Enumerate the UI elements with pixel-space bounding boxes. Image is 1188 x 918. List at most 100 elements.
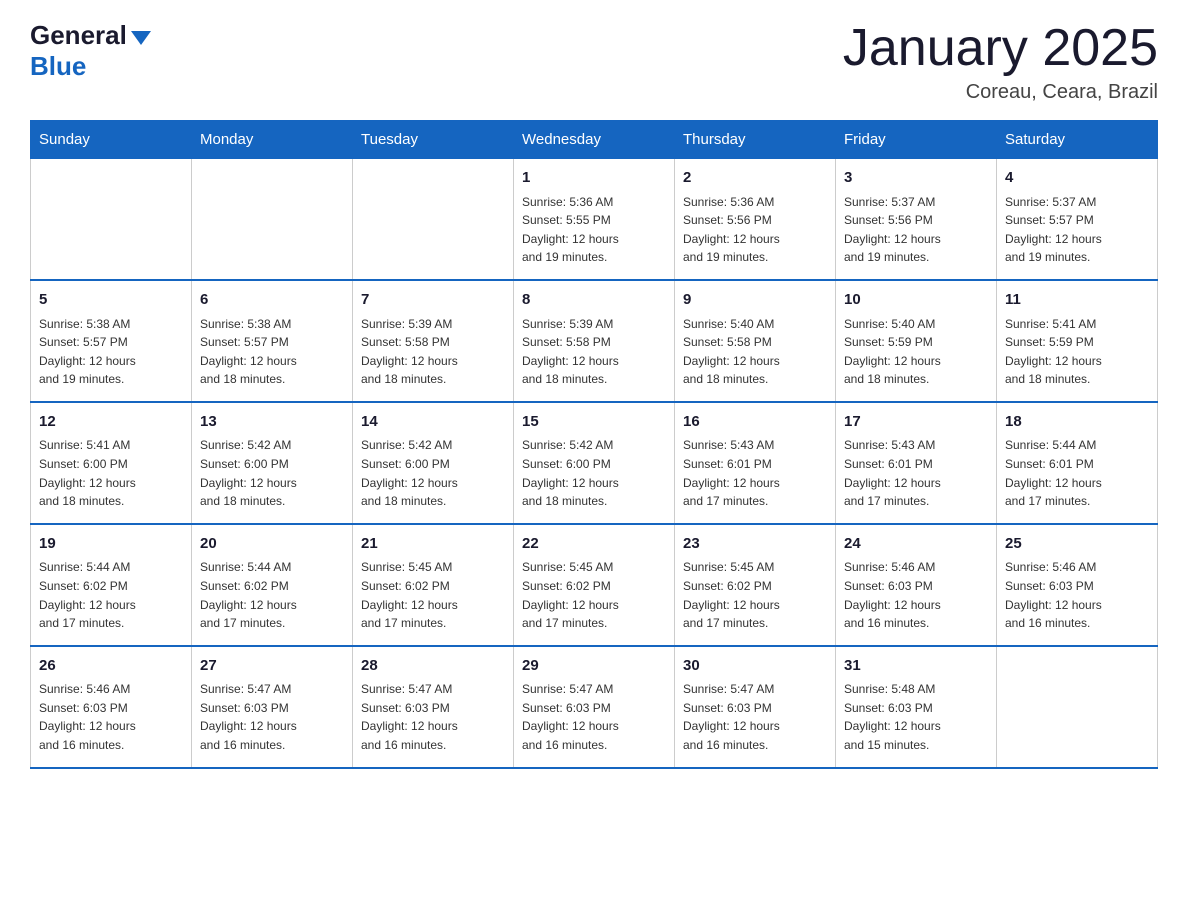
table-row bbox=[31, 159, 192, 280]
table-row: 25Sunrise: 5:46 AM Sunset: 6:03 PM Dayli… bbox=[997, 524, 1158, 646]
day-info: Sunrise: 5:47 AM Sunset: 6:03 PM Dayligh… bbox=[361, 680, 505, 754]
day-info: Sunrise: 5:44 AM Sunset: 6:02 PM Dayligh… bbox=[200, 558, 344, 632]
table-row: 22Sunrise: 5:45 AM Sunset: 6:02 PM Dayli… bbox=[514, 524, 675, 646]
day-info: Sunrise: 5:45 AM Sunset: 6:02 PM Dayligh… bbox=[361, 558, 505, 632]
day-info: Sunrise: 5:36 AM Sunset: 5:56 PM Dayligh… bbox=[683, 193, 827, 267]
logo: General Blue bbox=[30, 20, 151, 82]
table-row: 31Sunrise: 5:48 AM Sunset: 6:03 PM Dayli… bbox=[836, 646, 997, 768]
logo-text: General bbox=[30, 20, 151, 51]
table-row: 10 Sunrise: 5:40 AM Sunset: 5:59 PM Dayli… bbox=[836, 280, 997, 402]
logo-general: General bbox=[30, 20, 127, 51]
table-row: 19Sunrise: 5:44 AM Sunset: 6:02 PM Dayli… bbox=[31, 524, 192, 646]
day-number: 10 bbox=[844, 289, 988, 312]
day-number: 25 bbox=[1005, 533, 1149, 556]
day-info: Sunrise: 5:45 AM Sunset: 6:02 PM Dayligh… bbox=[683, 558, 827, 632]
day-number: 31 bbox=[844, 655, 988, 678]
day-info: Sunrise: 5:40 AM Sunset: 5:58 PM Dayligh… bbox=[683, 315, 827, 389]
day-info: Sunrise: 5:47 AM Sunset: 6:03 PM Dayligh… bbox=[200, 680, 344, 754]
day-number: 27 bbox=[200, 655, 344, 678]
table-row: 15Sunrise: 5:42 AM Sunset: 6:00 PM Dayli… bbox=[514, 402, 675, 524]
col-saturday: Saturday bbox=[997, 121, 1158, 159]
day-info: Sunrise: 5:46 AM Sunset: 6:03 PM Dayligh… bbox=[844, 558, 988, 632]
day-number: 12 bbox=[39, 411, 183, 434]
table-row: 11Sunrise: 5:41 AM Sunset: 5:59 PM Dayli… bbox=[997, 280, 1158, 402]
table-row: 17Sunrise: 5:43 AM Sunset: 6:01 PM Dayli… bbox=[836, 402, 997, 524]
table-row bbox=[997, 646, 1158, 768]
day-info: Sunrise: 5:39 AM Sunset: 5:58 PM Dayligh… bbox=[361, 315, 505, 389]
day-info: Sunrise: 5:42 AM Sunset: 6:00 PM Dayligh… bbox=[361, 436, 505, 510]
table-row: 6Sunrise: 5:38 AM Sunset: 5:57 PM Daylig… bbox=[192, 280, 353, 402]
col-thursday: Thursday bbox=[675, 121, 836, 159]
table-row: 21Sunrise: 5:45 AM Sunset: 6:02 PM Dayli… bbox=[353, 524, 514, 646]
calendar-week-row: 26Sunrise: 5:46 AM Sunset: 6:03 PM Dayli… bbox=[31, 646, 1158, 768]
day-info: Sunrise: 5:37 AM Sunset: 5:57 PM Dayligh… bbox=[1005, 193, 1149, 267]
day-number: 15 bbox=[522, 411, 666, 434]
col-monday: Monday bbox=[192, 121, 353, 159]
col-friday: Friday bbox=[836, 121, 997, 159]
day-info: Sunrise: 5:43 AM Sunset: 6:01 PM Dayligh… bbox=[844, 436, 988, 510]
table-row: 29Sunrise: 5:47 AM Sunset: 6:03 PM Dayli… bbox=[514, 646, 675, 768]
day-number: 11 bbox=[1005, 289, 1149, 312]
page-header: General Blue January 2025 Coreau, Ceara,… bbox=[30, 20, 1158, 104]
table-row: 13Sunrise: 5:42 AM Sunset: 6:00 PM Dayli… bbox=[192, 402, 353, 524]
day-info: Sunrise: 5:39 AM Sunset: 5:58 PM Dayligh… bbox=[522, 315, 666, 389]
day-info: Sunrise: 5:42 AM Sunset: 6:00 PM Dayligh… bbox=[522, 436, 666, 510]
calendar-header-row: Sunday Monday Tuesday Wednesday Thursday… bbox=[31, 121, 1158, 159]
table-row: 26Sunrise: 5:46 AM Sunset: 6:03 PM Dayli… bbox=[31, 646, 192, 768]
day-info: Sunrise: 5:44 AM Sunset: 6:01 PM Dayligh… bbox=[1005, 436, 1149, 510]
calendar-title: January 2025 bbox=[843, 20, 1158, 77]
table-row: 4 Sunrise: 5:37 AM Sunset: 5:57 PM Daylig… bbox=[997, 159, 1158, 280]
day-number: 28 bbox=[361, 655, 505, 678]
day-number: 5 bbox=[39, 289, 183, 312]
table-row: 30Sunrise: 5:47 AM Sunset: 6:03 PM Dayli… bbox=[675, 646, 836, 768]
day-number: 14 bbox=[361, 411, 505, 434]
day-info: Sunrise: 5:38 AM Sunset: 5:57 PM Dayligh… bbox=[200, 315, 344, 389]
day-number: 20 bbox=[200, 533, 344, 556]
calendar-week-row: 12Sunrise: 5:41 AM Sunset: 6:00 PM Dayli… bbox=[31, 402, 1158, 524]
table-row bbox=[353, 159, 514, 280]
table-row: 9 Sunrise: 5:40 AM Sunset: 5:58 PM Daylig… bbox=[675, 280, 836, 402]
col-wednesday: Wednesday bbox=[514, 121, 675, 159]
day-number: 18 bbox=[1005, 411, 1149, 434]
day-info: Sunrise: 5:38 AM Sunset: 5:57 PM Dayligh… bbox=[39, 315, 183, 389]
day-number: 9 bbox=[683, 289, 827, 312]
table-row: 5 Sunrise: 5:38 AM Sunset: 5:57 PM Daylig… bbox=[31, 280, 192, 402]
day-number: 2 bbox=[683, 167, 827, 190]
day-info: Sunrise: 5:43 AM Sunset: 6:01 PM Dayligh… bbox=[683, 436, 827, 510]
day-info: Sunrise: 5:37 AM Sunset: 5:56 PM Dayligh… bbox=[844, 193, 988, 267]
table-row: 23Sunrise: 5:45 AM Sunset: 6:02 PM Dayli… bbox=[675, 524, 836, 646]
day-info: Sunrise: 5:44 AM Sunset: 6:02 PM Dayligh… bbox=[39, 558, 183, 632]
table-row: 28Sunrise: 5:47 AM Sunset: 6:03 PM Dayli… bbox=[353, 646, 514, 768]
table-row: 20Sunrise: 5:44 AM Sunset: 6:02 PM Dayli… bbox=[192, 524, 353, 646]
day-number: 19 bbox=[39, 533, 183, 556]
calendar-week-row: 1 Sunrise: 5:36 AM Sunset: 5:55 PM Daylig… bbox=[31, 159, 1158, 280]
day-info: Sunrise: 5:47 AM Sunset: 6:03 PM Dayligh… bbox=[683, 680, 827, 754]
day-info: Sunrise: 5:46 AM Sunset: 6:03 PM Dayligh… bbox=[39, 680, 183, 754]
table-row: 12Sunrise: 5:41 AM Sunset: 6:00 PM Dayli… bbox=[31, 402, 192, 524]
day-number: 13 bbox=[200, 411, 344, 434]
day-number: 3 bbox=[844, 167, 988, 190]
day-number: 17 bbox=[844, 411, 988, 434]
day-info: Sunrise: 5:48 AM Sunset: 6:03 PM Dayligh… bbox=[844, 680, 988, 754]
day-info: Sunrise: 5:47 AM Sunset: 6:03 PM Dayligh… bbox=[522, 680, 666, 754]
table-row: 8Sunrise: 5:39 AM Sunset: 5:58 PM Daylig… bbox=[514, 280, 675, 402]
day-info: Sunrise: 5:36 AM Sunset: 5:55 PM Dayligh… bbox=[522, 193, 666, 267]
day-number: 16 bbox=[683, 411, 827, 434]
table-row: 24Sunrise: 5:46 AM Sunset: 6:03 PM Dayli… bbox=[836, 524, 997, 646]
table-row: 2 Sunrise: 5:36 AM Sunset: 5:56 PM Daylig… bbox=[675, 159, 836, 280]
day-number: 7 bbox=[361, 289, 505, 312]
day-number: 4 bbox=[1005, 167, 1149, 190]
table-row: 3 Sunrise: 5:37 AM Sunset: 5:56 PM Daylig… bbox=[836, 159, 997, 280]
day-info: Sunrise: 5:40 AM Sunset: 5:59 PM Dayligh… bbox=[844, 315, 988, 389]
table-row: 1 Sunrise: 5:36 AM Sunset: 5:55 PM Daylig… bbox=[514, 159, 675, 280]
calendar-week-row: 19Sunrise: 5:44 AM Sunset: 6:02 PM Dayli… bbox=[31, 524, 1158, 646]
day-number: 24 bbox=[844, 533, 988, 556]
day-number: 1 bbox=[522, 167, 666, 190]
table-row: 18Sunrise: 5:44 AM Sunset: 6:01 PM Dayli… bbox=[997, 402, 1158, 524]
table-row: 27Sunrise: 5:47 AM Sunset: 6:03 PM Dayli… bbox=[192, 646, 353, 768]
day-number: 29 bbox=[522, 655, 666, 678]
col-sunday: Sunday bbox=[31, 121, 192, 159]
day-number: 26 bbox=[39, 655, 183, 678]
table-row bbox=[192, 159, 353, 280]
logo-arrow-icon bbox=[131, 31, 151, 45]
